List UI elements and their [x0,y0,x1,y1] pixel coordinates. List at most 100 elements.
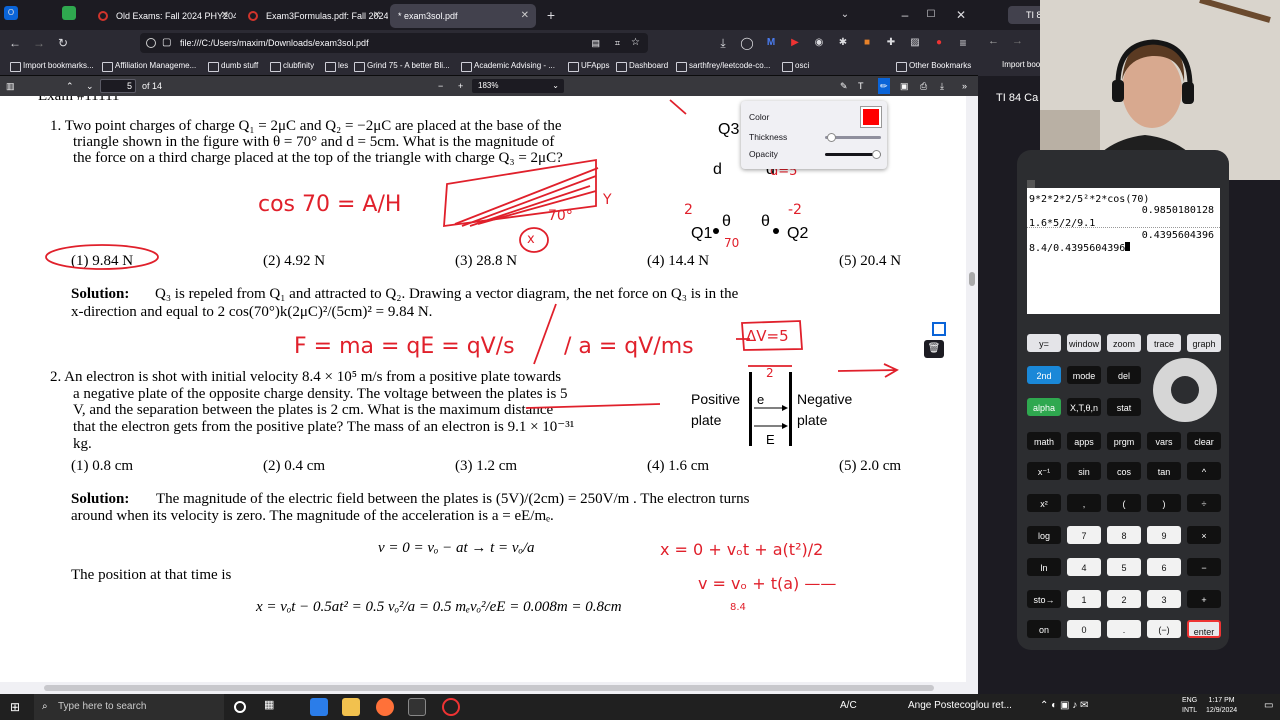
calc-key[interactable]: ( [1107,494,1141,512]
calc-key[interactable]: alpha [1027,398,1061,416]
zoom-in-icon[interactable]: + [458,78,463,94]
reload-icon[interactable]: ↻ [54,34,72,52]
bookmark-item[interactable]: sarthfrey/leetcode-co... [676,59,770,73]
sidebar-toggle-icon[interactable]: ▥ [6,78,15,94]
calc-key[interactable]: X,T,θ,n [1067,398,1101,416]
extension-icon[interactable]: ◉ [810,34,828,52]
text-tool-icon[interactable]: T [858,78,864,94]
calc-key[interactable]: del [1107,366,1141,384]
tab-old-exams[interactable]: Old Exams: Fall 2024 PHY2049 ✕ [90,4,236,28]
back-icon[interactable]: ← [6,34,24,52]
calc-key[interactable]: 1 [1067,590,1101,608]
tab-exam3sol[interactable]: * exam3sol.pdf ✕ [390,4,536,28]
account-icon[interactable]: ◯ [738,34,756,52]
thickness-slider[interactable] [825,133,881,142]
bookmark-star-icon[interactable]: ☆ [631,33,640,53]
calc-key[interactable]: vars [1147,432,1181,450]
calc-key[interactable]: 2 [1107,590,1141,608]
url-bar[interactable]: ▢ file:///C:/Users/maxim/Downloads/exam3… [140,33,648,53]
zoom-out-icon[interactable]: − [438,78,443,94]
calc-key[interactable]: math [1027,432,1061,450]
calc-key[interactable]: window [1067,334,1101,352]
outlook-icon[interactable]: O [4,6,18,20]
vertical-scrollbar[interactable] [966,96,978,682]
chevron-up-icon[interactable]: ⌃ [66,78,74,94]
selection-handle[interactable] [932,322,946,336]
calc-key[interactable]: prgm [1107,432,1141,450]
task-view-icon[interactable]: ▦ [264,698,282,716]
calc-key[interactable]: stat [1107,398,1141,416]
calc-key[interactable]: 3 [1147,590,1181,608]
download-icon[interactable]: ⤓ [714,34,732,52]
calc-key[interactable]: y= [1027,334,1061,352]
calc-key[interactable]: mode [1067,366,1101,384]
color-swatch[interactable] [860,106,882,128]
bookmark-item[interactable]: Affiliation Manageme... [102,59,196,73]
back-icon[interactable]: ← [988,35,999,47]
calc-key[interactable]: cos [1107,462,1141,480]
calc-key[interactable]: 5 [1107,558,1141,576]
print-icon[interactable]: ⎙ [920,78,927,94]
news-headline[interactable]: Ange Postecoglou ret... [908,700,1012,711]
notification-icon[interactable]: ▭ [1264,700,1273,711]
calc-key[interactable]: log [1027,526,1061,544]
firefox-icon[interactable] [376,698,394,716]
bookmark-item[interactable]: Academic Advising - ... [461,59,555,73]
slider-thumb[interactable] [827,133,837,142]
calc-key[interactable]: apps [1067,432,1101,450]
language-indicator[interactable]: ENG INTL [1182,696,1197,716]
extension-box-icon[interactable]: ▨ [906,34,924,52]
gear-icon[interactable]: ✱ [834,34,852,52]
close-icon[interactable]: ✕ [521,4,529,28]
puzzle-icon[interactable]: ✚ [882,34,900,52]
opacity-slider[interactable] [825,150,881,159]
calc-key[interactable]: graph [1187,334,1221,352]
calc-key[interactable]: . [1107,620,1141,638]
windows-start-icon[interactable]: ⊞ [10,700,24,714]
slider-thumb[interactable] [872,150,881,159]
calc-key[interactable]: 9 [1147,526,1181,544]
calc-key[interactable]: ^ [1187,462,1221,480]
bookmark-item[interactable]: les [325,59,348,73]
calc-key[interactable]: 0 [1067,620,1101,638]
trash-icon[interactable]: 🗑 [924,340,944,358]
terminal-icon[interactable] [408,698,426,716]
zoom-select[interactable]: 183% ⌄ [472,79,564,93]
tray-icons[interactable]: ⌃ ◐ ▣ ♪ ✉ [1040,700,1088,711]
calc-key[interactable]: tan [1147,462,1181,480]
search-box[interactable]: ⌕ Type here to search [34,694,224,720]
calc-key[interactable]: x⁻¹ [1027,462,1061,480]
extension-red-icon[interactable]: ● [930,34,948,52]
calc-key[interactable]: 4 [1067,558,1101,576]
calc-key[interactable]: , [1067,494,1101,512]
close-window-icon[interactable]: ✕ [952,6,970,24]
bookmark-item[interactable]: UFApps [568,59,609,73]
highlight-icon[interactable]: ✎ [840,78,848,94]
menu-icon[interactable]: ≡ [954,34,972,52]
shield-icon[interactable] [146,38,156,48]
chevron-down-icon[interactable]: ⌄ [86,78,94,94]
bookmark-item[interactable]: Grind 75 - A better Bli... [354,59,450,73]
close-icon[interactable]: ✕ [221,4,229,28]
chevron-down-icon[interactable]: ⌄ [836,6,854,24]
news-label[interactable]: A/C [840,700,857,711]
maximize-icon[interactable]: ☐ [922,6,940,24]
copilot-icon[interactable] [310,698,328,716]
bookmark-item[interactable]: clubfinity [270,59,314,73]
image-tool-icon[interactable]: ▣ [900,78,909,94]
file-explorer-icon[interactable] [342,698,360,716]
calc-key[interactable]: zoom [1107,334,1141,352]
bookmark-item[interactable]: Dashboard [616,59,668,73]
reader-icon[interactable]: ▤ [591,33,600,53]
extension-orange-icon[interactable]: ■ [858,34,876,52]
new-tab-icon[interactable]: + [542,6,560,24]
close-icon[interactable]: ✕ [373,4,381,28]
clock[interactable]: 1:17 PM 12/9/2024 [1206,696,1237,716]
extension-m-icon[interactable]: M [762,34,780,52]
calc-key[interactable]: trace [1147,334,1181,352]
bookmark-item[interactable]: Other Bookmarks [896,59,971,73]
bookmark-item[interactable]: Import bookmarks... [10,59,94,73]
bookmark-item[interactable]: Import book [1002,60,1044,69]
bookmark-item[interactable]: osci [782,59,809,73]
bookmark-item[interactable]: dumb stuff [208,59,258,73]
